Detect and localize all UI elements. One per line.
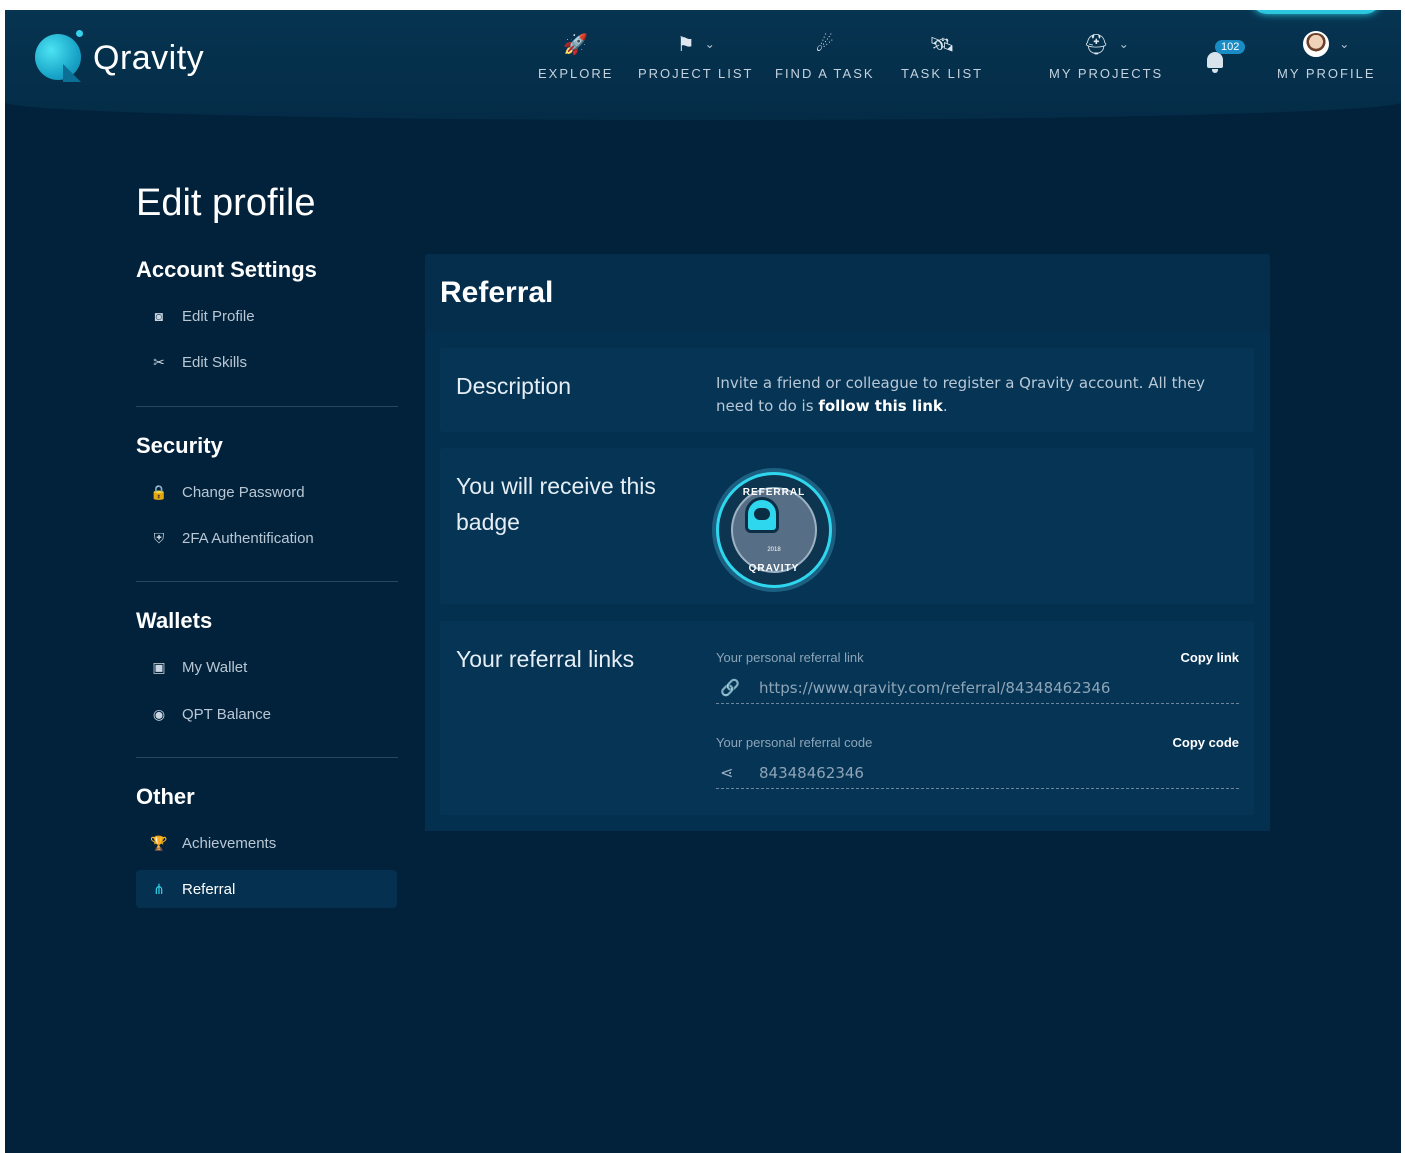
notification-count-badge: 102 — [1215, 40, 1246, 54]
nav-label: MY PROFILE — [1277, 66, 1376, 81]
chevron-down-icon: ⌄ — [704, 37, 715, 51]
qravity-logo-icon — [35, 30, 87, 82]
referral-links-label: Your referral links — [456, 646, 635, 672]
nav-task-list[interactable]: 🛰 TASK LIST — [901, 30, 983, 81]
referral-badge-icon: REFERRAL 2018 QRAVITY — [716, 472, 832, 588]
sidebar-item-label: QPT Balance — [182, 705, 271, 723]
nav-find-a-task[interactable]: ☄ FIND A TASK — [775, 30, 875, 81]
sidebar-heading-wallets: Wallets — [136, 608, 213, 633]
sidebar-item-label: Referral — [182, 880, 236, 898]
sidebar-item-my-wallet[interactable]: ▣ My Wallet — [136, 648, 397, 686]
sidebar-item-qpt-balance[interactable]: ◉ QPT Balance — [136, 695, 397, 733]
sidebar-item-label: Edit Profile — [182, 307, 255, 325]
link-icon: 🔗 — [720, 678, 740, 697]
badge-bottom-text: QRAVITY — [748, 563, 800, 574]
nav-explore[interactable]: 🚀 EXPLORE — [538, 30, 613, 81]
satellite-icon: 🛰 — [929, 32, 955, 56]
referral-link-input[interactable]: 🔗 https://www.qravity.com/referral/84348… — [716, 672, 1239, 704]
sidebar-item-change-password[interactable]: 🔒 Change Password — [136, 473, 397, 511]
network-icon: ⋔ — [153, 880, 165, 897]
nav-label: EXPLORE — [538, 66, 614, 81]
sidebar-item-label: 2FA Authentification — [182, 529, 314, 547]
sidebar-item-referral[interactable]: ⋔ Referral — [136, 870, 397, 908]
logo-text: Qravity — [93, 38, 205, 77]
description-end: . — [942, 397, 948, 415]
lock-icon: 🔒 — [150, 483, 168, 500]
nav-project-list[interactable]: ⚑ ⌄ PROJECT LIST — [638, 30, 754, 81]
copy-link-button[interactable]: Copy link — [1180, 650, 1239, 665]
description-text: Invite a friend or colleague to register… — [716, 372, 1246, 418]
referral-code-value: 84348462346 — [759, 763, 864, 782]
referral-code-field: Your personal referral code Copy code ⋖ … — [716, 735, 1239, 795]
qravity-logo[interactable]: Qravity — [35, 30, 204, 82]
nav-my-profile[interactable]: ⌄ MY PROFILE — [1277, 30, 1376, 81]
sidebar-heading-account-settings: Account Settings — [136, 257, 317, 282]
sidebar-heading-other: Other — [136, 784, 195, 809]
sidebar-item-label: My Wallet — [182, 658, 248, 676]
sidebar-divider — [136, 581, 398, 582]
follow-link[interactable]: follow this link — [818, 397, 943, 415]
shield-icon: ⛨ — [153, 529, 165, 546]
sidebar-item-label: Change Password — [182, 483, 305, 501]
referral-link-label: Your personal referral link — [716, 650, 864, 665]
referral-link-field: Your personal referral link Copy link 🔗 … — [716, 650, 1239, 710]
wallet-icon: ▣ — [152, 658, 166, 675]
app-window: Qravity 🚀 EXPLORE ⚑ ⌄ PROJECT LIST ☄ FIN… — [5, 10, 1401, 1153]
nav-label: PROJECT LIST — [638, 66, 754, 81]
badge-year: 2018 — [767, 547, 781, 553]
card-title: Referral — [440, 276, 554, 309]
astronaut-icon: ⛑ — [1083, 32, 1109, 56]
sidebar-item-edit-skills[interactable]: ✂ Edit Skills — [136, 343, 397, 381]
flag-icon: ⚑ — [676, 32, 695, 56]
nav-label: MY PROJECTS — [1049, 66, 1164, 81]
trophy-icon: 🏆 — [150, 834, 168, 851]
badge-top-text: REFERRAL — [742, 487, 806, 498]
referral-links-row: Your referral links Your personal referr… — [440, 621, 1254, 815]
sidebar-heading-security: Security — [136, 433, 223, 458]
referral-code-input[interactable]: ⋖ 84348462346 — [716, 757, 1239, 789]
meteor-icon: ☄ — [815, 32, 834, 56]
sidebar-item-achievements[interactable]: 🏆 Achievements — [136, 824, 397, 862]
referral-code-label: Your personal referral code — [716, 735, 873, 750]
avatar — [1303, 31, 1330, 57]
page-title: Edit profile — [136, 182, 316, 224]
nav-label: TASK LIST — [901, 66, 984, 81]
badge-label: You will receive this badge — [456, 473, 656, 535]
description-label: Description — [456, 373, 572, 399]
top-navigation-bar: Qravity 🚀 EXPLORE ⚑ ⌄ PROJECT LIST ☄ FIN… — [5, 10, 1401, 120]
tools-icon: ✂ — [153, 353, 165, 370]
badge-row: You will receive this badge REFERRAL 201… — [440, 448, 1254, 604]
sidebar-item-2fa-authentification[interactable]: ⛨ 2FA Authentification — [136, 519, 397, 557]
share-icon: ⋖ — [720, 763, 734, 782]
sidebar-item-label: Achievements — [182, 834, 277, 852]
sidebar-divider — [136, 406, 398, 407]
referral-link-value: https://www.qravity.com/referral/8434846… — [759, 678, 1111, 697]
rocket-icon: 🚀 — [563, 32, 589, 56]
nav-my-projects[interactable]: ⛑ ⌄ MY PROJECTS — [1049, 30, 1163, 81]
description-body: Invite a friend or colleague to register… — [716, 374, 1206, 415]
helmet-icon: ◙ — [154, 308, 164, 324]
copy-code-button[interactable]: Copy code — [1173, 735, 1239, 750]
nav-label: FIND A TASK — [775, 66, 875, 81]
coin-icon: ◉ — [152, 705, 166, 722]
chevron-down-icon: ⌄ — [1339, 37, 1350, 51]
description-row: Description Invite a friend or colleague… — [440, 348, 1254, 432]
chevron-down-icon: ⌄ — [1118, 37, 1129, 51]
card-body: Description Invite a friend or colleague… — [425, 332, 1270, 831]
referral-card: Referral Description Invite a friend or … — [425, 254, 1270, 831]
sidebar-item-edit-profile[interactable]: ◙ Edit Profile — [136, 297, 397, 335]
sidebar-item-label: Edit Skills — [182, 353, 248, 371]
sidebar-divider — [136, 757, 398, 758]
header-glow-accent — [1251, 10, 1381, 14]
